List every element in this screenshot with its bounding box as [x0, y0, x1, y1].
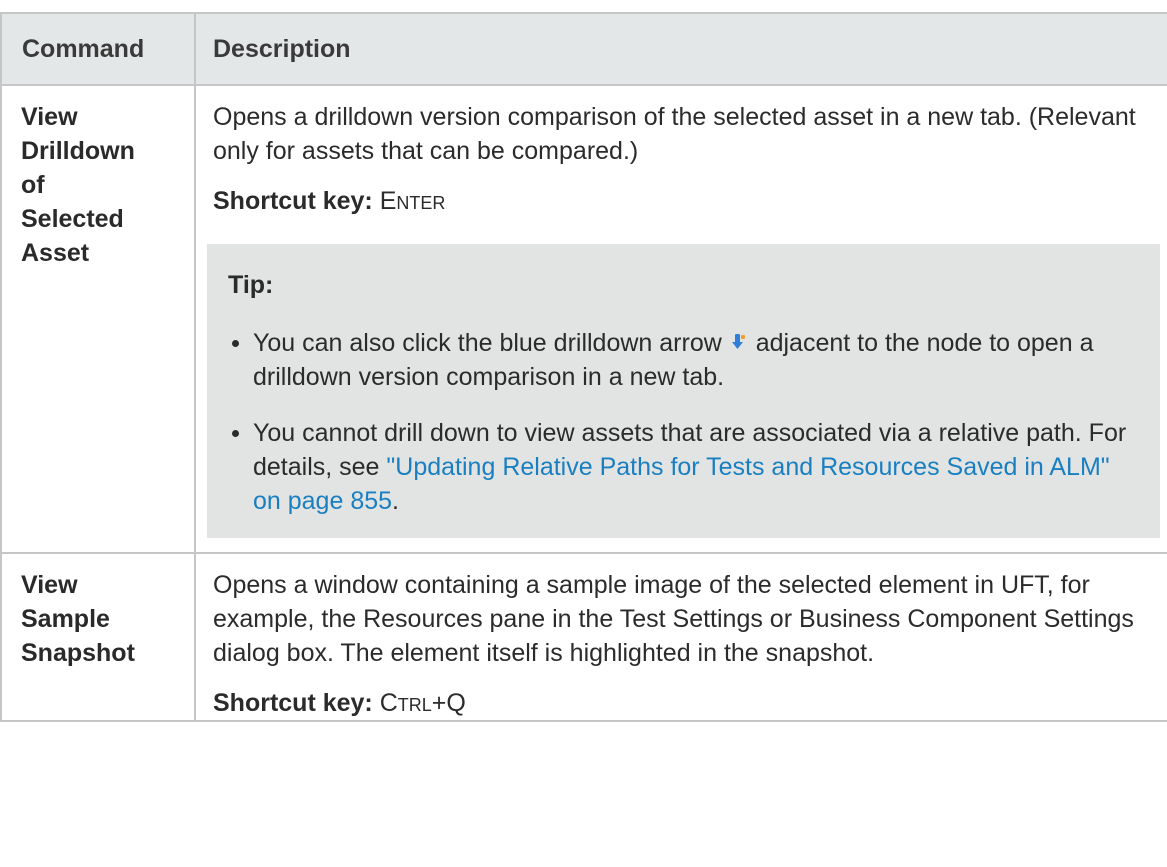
commands-table: Command Description View Drilldown of Se…: [0, 12, 1167, 722]
cross-reference-link[interactable]: "Updating Relative Paths for Tests and R…: [253, 453, 1110, 515]
description-text: Opens a drilldown version comparison of …: [213, 103, 1136, 165]
bullet-icon: [232, 430, 239, 437]
shortcut-key: Enter: [379, 187, 446, 215]
command-name-line: Snapshot: [21, 639, 135, 667]
command-name-line: Drilldown: [21, 137, 135, 165]
command-name-line: Asset: [21, 239, 90, 267]
command-cell: View Drilldown of Selected Asset: [0, 84, 196, 554]
column-header-description: Description: [194, 12, 1167, 86]
column-header-command: Command: [0, 12, 196, 86]
command-name-line: View: [21, 571, 78, 599]
shortcut-label: Shortcut key:: [213, 689, 373, 717]
command-name-line: of: [21, 171, 45, 199]
shortcut-key: Ctrl+Q: [379, 689, 466, 717]
command-name-line: Sample: [21, 605, 110, 633]
command-name-line: Selected: [21, 205, 124, 233]
drilldown-arrow-icon: [731, 334, 745, 350]
shortcut-line: Shortcut key: Ctrl+Q: [213, 686, 1167, 720]
help-page: Command Description View Drilldown of Se…: [0, 0, 1167, 867]
list-item: You can also click the blue drilldown ar…: [228, 326, 1140, 394]
description-text: Opens a window containing a sample image…: [213, 571, 1134, 667]
table-row: View Sample Snapshot Opens a window cont…: [0, 552, 1167, 722]
tip-title: Tip:: [228, 271, 274, 299]
command-name: View Drilldown of Selected Asset: [21, 100, 171, 270]
tip-list: You can also click the blue drilldown ar…: [228, 326, 1140, 518]
table-row: View Drilldown of Selected Asset Opens a…: [0, 84, 1167, 554]
bullet-icon: [232, 340, 239, 347]
command-cell: View Sample Snapshot: [0, 552, 196, 722]
table-header-row: Command Description: [0, 12, 1167, 86]
tip-text-end: .: [392, 487, 399, 515]
command-name-line: View: [21, 103, 78, 131]
shortcut-line: Shortcut key: Enter: [213, 184, 1167, 218]
list-item: You cannot drill down to view assets tha…: [228, 416, 1140, 518]
tip-box: Tip: You can also click the blue drilldo…: [207, 244, 1160, 538]
tip-text: You can also click the blue drilldown ar…: [253, 329, 722, 357]
shortcut-label: Shortcut key:: [213, 187, 373, 215]
command-name: View Sample Snapshot: [21, 568, 171, 670]
description-cell: Opens a drilldown version comparison of …: [194, 84, 1167, 554]
description-cell: Opens a window containing a sample image…: [194, 552, 1167, 722]
